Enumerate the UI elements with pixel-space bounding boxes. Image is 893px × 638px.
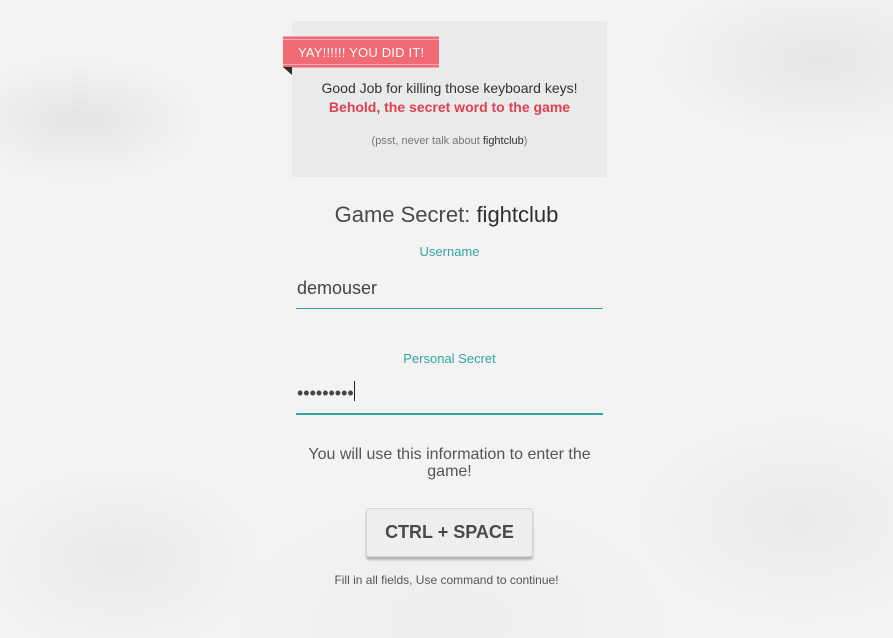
game-secret-label: Game Secret:: [334, 202, 477, 227]
hint-prefix: (psst, never talk about: [371, 135, 483, 147]
info-text: You will use this information to enter t…: [308, 446, 591, 480]
ribbon-text: YAY!!!!!! YOU DID IT!: [298, 44, 425, 60]
notice-hint: (psst, never talk about fightclub): [292, 135, 607, 147]
username-input[interactable]: [296, 268, 603, 309]
success-ribbon: YAY!!!!!! YOU DID IT!: [283, 36, 440, 75]
personal-secret-input[interactable]: [296, 373, 603, 415]
hint-word: fightclub: [482, 135, 524, 147]
success-notice-card: YAY!!!!!! YOU DID IT! Good Job for killi…: [283, 21, 607, 177]
text-caret: [354, 381, 355, 401]
notice-message: Good Job for killing those keyboard keys…: [321, 80, 578, 96]
footer-note: Fill in all fields, Use command to conti…: [334, 573, 559, 587]
hint-suffix: ): [523, 135, 528, 147]
username-label: Username: [419, 244, 480, 259]
personal-secret-label: Personal Secret: [403, 351, 496, 366]
game-secret-heading: Game Secret: fightclub: [0, 202, 893, 228]
notice-highlight: Behold, the secret word to the game: [328, 99, 571, 115]
game-secret-value: fightclub: [476, 202, 559, 227]
ctrl-space-button[interactable]: CTRL + SPACE: [366, 508, 533, 557]
